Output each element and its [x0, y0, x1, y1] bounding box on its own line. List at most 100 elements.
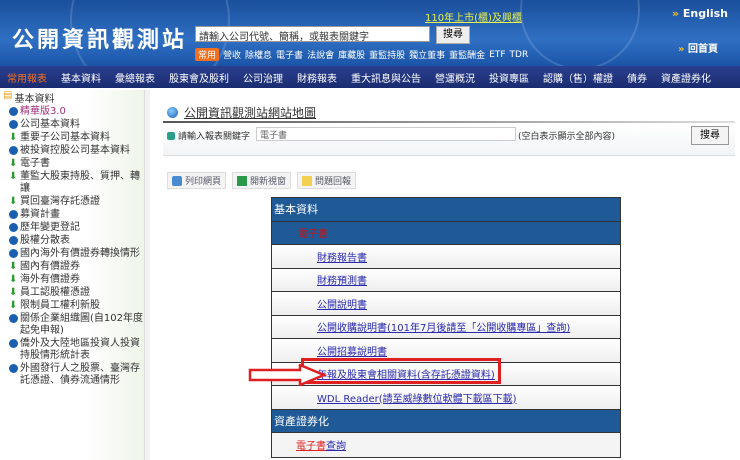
search-panel: 請輸入報表關鍵字 (空白表示顯示全部內容) 搜尋 — [163, 124, 735, 156]
sidebar-item-label: 限制員工權利新股 — [20, 300, 100, 311]
sitemap-link[interactable]: 財務預測書 — [317, 272, 367, 287]
sidebar-item-label: 國內海外有價證券轉換情形 — [20, 248, 140, 259]
sidebar-item-label: 公司基本資料 — [20, 119, 80, 130]
quick-link[interactable]: 獨立董事 — [409, 48, 445, 61]
bullet-icon — [9, 339, 18, 348]
sidebar-item[interactable]: ⬇ 限制員工權利新股 — [0, 300, 144, 312]
quick-link[interactable]: 董監酬金 — [449, 48, 485, 61]
header-search-input[interactable]: 請輸入公司代號、簡稱，或報表關鍵字 — [195, 26, 430, 43]
table-row: 財務預測書 — [272, 268, 620, 292]
sidebar-item[interactable]: 僑外及大陸地區投資人投資持股情形統計表 — [0, 338, 144, 362]
sidebar-item[interactable]: ⬇ 國內有價證券 — [0, 261, 144, 273]
print-label: 列印網頁 — [185, 177, 222, 187]
sidebar-item[interactable]: 歷年變更登記 — [0, 222, 144, 234]
nav-item[interactable]: 投資專區 — [482, 70, 536, 85]
sidebar-item[interactable]: 外國發行人之股票、臺灣存託憑證、債券流通情形 — [0, 363, 144, 387]
nav-item[interactable]: 認購（售）權證 — [536, 70, 620, 85]
sidebar-item-label: 歷年變更登記 — [20, 222, 80, 233]
sitemap-link[interactable]: 財務報告書 — [317, 249, 367, 264]
site-logo[interactable]: 公開資訊觀測站 — [12, 22, 187, 54]
download-icon: ⬇ — [9, 171, 18, 182]
main-nav: 常用報表 基本資料 彙總報表 股東會及股利 公司治理 財務報表 重大訊息與公告 營運概況 投資專… — [0, 66, 740, 88]
sidebar-item[interactable]: 關係企業組織圖(自102年度起免申報) — [0, 313, 144, 337]
nav-item[interactable]: 債券 — [620, 70, 654, 85]
sitemap-link[interactable]: 公開說明書 — [317, 296, 367, 311]
search-hint: (空白表示顯示全部內容) — [518, 132, 616, 142]
sidebar-item[interactable]: 股權分散表 — [0, 235, 144, 247]
quick-link[interactable]: ETF — [489, 50, 505, 60]
nav-item[interactable]: 財務報表 — [290, 70, 344, 85]
quick-links: 常用 營收 除權息 電子書 法說會 庫藏股 董監持股 獨立董事 董監酬金 ETF… — [195, 48, 528, 61]
keyword-input[interactable] — [256, 127, 516, 141]
nav-item[interactable]: 公司治理 — [236, 70, 290, 85]
sidebar-item[interactable]: ⬇ 海外有價證券 — [0, 274, 144, 286]
sidebar-item-label: 海外有價證券 — [20, 274, 80, 285]
home-link[interactable]: » 回首頁 — [678, 40, 718, 55]
search-label: 請輸入報表關鍵字 — [167, 129, 250, 142]
quick-link[interactable]: 庫藏股 — [338, 48, 365, 61]
sidebar-item-label: 重要子公司基本資料 — [20, 132, 110, 143]
nav-item[interactable]: 資產證券化 — [654, 70, 718, 85]
table-row: 公開收購說明書(101年7月後請至「公開收購專區」查詢) — [272, 315, 620, 339]
sidebar-item-label: 電子書 — [20, 158, 50, 169]
sidebar-item[interactable]: ⬇ 董監大股東持股、質押、轉讓 — [0, 171, 144, 195]
query-link[interactable]: 查詢 — [326, 437, 346, 452]
nav-item[interactable]: 彙總報表 — [108, 70, 162, 85]
notice-link[interactable]: 110年上市(櫃)及興櫃 — [425, 9, 522, 24]
quick-link[interactable]: 董監持股 — [369, 48, 405, 61]
table-row: 財務報告書 — [272, 245, 620, 269]
quick-link[interactable]: 電子書 — [276, 48, 303, 61]
nav-item[interactable]: 基本資料 — [54, 70, 108, 85]
toolbar: 列印網頁 開新視窗 問題回報 — [167, 172, 357, 189]
download-icon: ⬇ — [9, 300, 18, 311]
home-label: 回首頁 — [688, 44, 718, 55]
sidebar-root[interactable]: ▤ 基本資料 — [0, 90, 144, 105]
sidebar-item[interactable]: ⬇ 電子書 — [0, 158, 144, 170]
header-search-button[interactable]: 搜尋 — [436, 26, 470, 44]
quick-link[interactable]: 除權息 — [245, 48, 272, 61]
nav-item[interactable]: 常用報表 — [0, 70, 54, 85]
download-icon: ⬇ — [9, 261, 18, 272]
sidebar-scrollbar[interactable] — [145, 90, 150, 460]
sidebar-item[interactable]: 國內海外有價證券轉換情形 — [0, 248, 144, 260]
quick-link[interactable]: TDR — [510, 50, 529, 60]
sidebar-item[interactable]: ⬇ 買回臺灣存託憑證 — [0, 196, 144, 208]
page-title: 公開資訊觀測站網站地圖 — [167, 104, 316, 121]
sidebar-item[interactable]: 公司基本資料 — [0, 119, 144, 131]
site-header: 公開資訊觀測站 110年上市(櫃)及興櫃 請輸入公司代號、簡稱，或報表關鍵字 搜… — [0, 0, 740, 66]
search-button[interactable]: 搜尋 — [691, 126, 729, 145]
nav-item[interactable]: 重大訊息與公告 — [344, 70, 428, 85]
bullet-icon — [9, 223, 18, 232]
sitemap-link[interactable]: WDL Reader(請至威綠數位軟體下載區下載) — [317, 390, 517, 405]
report-issue-button[interactable]: 問題回報 — [297, 172, 357, 189]
sidebar: ▤ 基本資料 精華版3.0 公司基本資料 ⬇ 重要子公司基本資料 被投資控股公司基本資料 ⬇… — [0, 90, 145, 460]
bullet-icon — [9, 146, 18, 155]
bullet-icon — [9, 314, 18, 323]
quick-link[interactable]: 法說會 — [307, 48, 334, 61]
sitemap-link[interactable]: 公開招募說明書 — [317, 343, 387, 358]
english-link[interactable]: » English — [672, 7, 728, 20]
sidebar-item[interactable]: ⬇ 重要子公司基本資料 — [0, 132, 144, 144]
print-button[interactable]: 列印網頁 — [167, 172, 227, 189]
category-row: 基本資料 — [272, 198, 620, 222]
sidebar-item-label: 募資計畫 — [20, 209, 60, 220]
new-window-button[interactable]: 開新視窗 — [232, 172, 292, 189]
sidebar-item[interactable]: 被投資控股公司基本資料 — [0, 145, 144, 157]
sidebar-item-label: 董監大股東持股、質押、轉讓 — [20, 171, 140, 194]
download-icon: ⬇ — [9, 196, 18, 207]
sidebar-item[interactable]: 募資計畫 — [0, 209, 144, 221]
sidebar-item[interactable]: ⬇ 員工認股權憑證 — [0, 287, 144, 299]
highlight-box — [301, 358, 501, 385]
nav-item[interactable]: 營運概況 — [428, 70, 482, 85]
sidebar-item[interactable]: 精華版3.0 — [0, 106, 144, 118]
ebook-link[interactable]: 電子書 — [296, 437, 326, 452]
nav-item[interactable]: 股東會及股利 — [162, 70, 236, 85]
quick-link[interactable]: 營收 — [223, 48, 241, 61]
category-row: 資產證券化 — [272, 409, 620, 433]
mail-icon — [302, 175, 313, 186]
sidebar-item-label: 員工認股權憑證 — [20, 287, 90, 298]
bullet-icon — [9, 249, 18, 258]
folder-icon: ▤ — [3, 90, 13, 101]
sitemap-table: 基本資料 電子書 財務報告書財務預測書公開說明書公開收購說明書(101年7月後請… — [271, 197, 621, 458]
sitemap-link[interactable]: 公開收購說明書(101年7月後請至「公開收購專區」查詢) — [317, 319, 570, 334]
